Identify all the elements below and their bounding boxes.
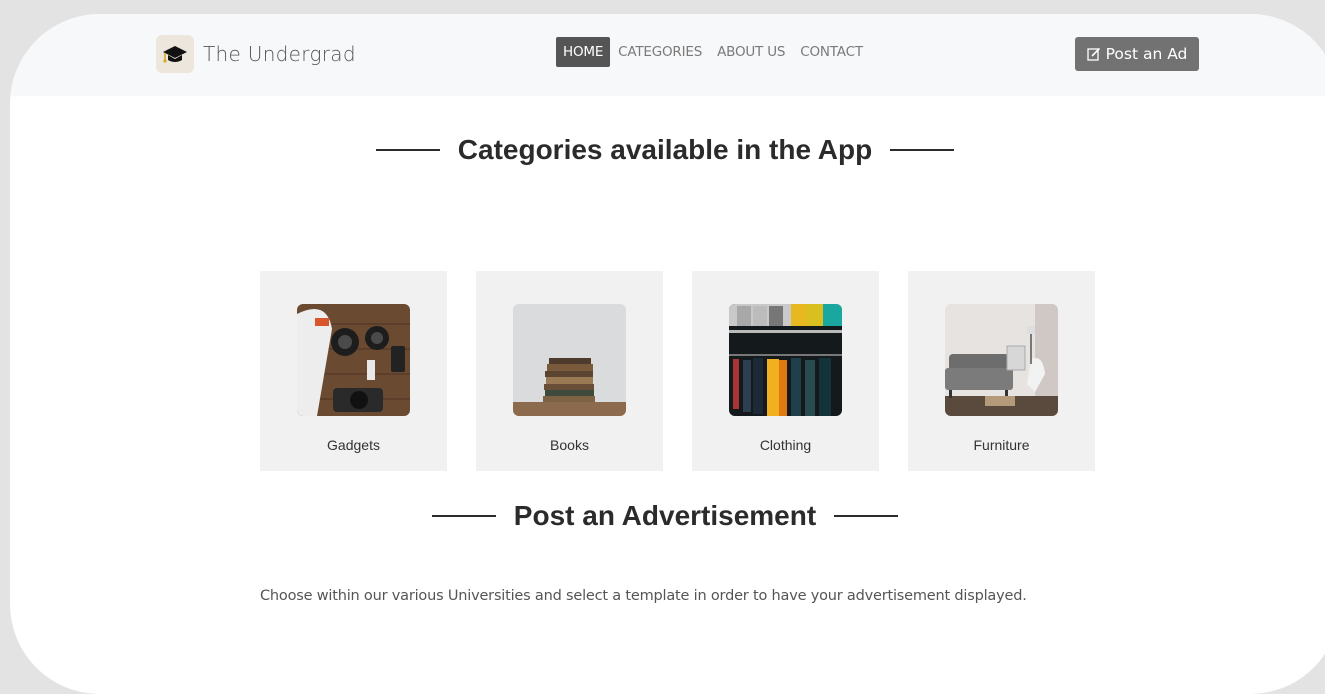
brand-name: The Undergrad [203, 42, 356, 66]
post-an-ad-button[interactable]: Post an Ad [1075, 37, 1199, 71]
category-card-clothing[interactable]: Clothing [692, 271, 879, 471]
categories-title: Categories available in the App [457, 134, 873, 165]
books-photo [513, 304, 626, 416]
edit-icon [1086, 47, 1100, 61]
heading-line-right [890, 149, 955, 151]
category-label: Gadgets [327, 437, 380, 453]
gadgets-photo [297, 304, 410, 416]
heading-line-left [431, 515, 496, 517]
nav-item-home[interactable]: HOME [556, 37, 611, 67]
post-an-ad-label: Post an Ad [1105, 45, 1188, 63]
category-label: Furniture [973, 437, 1030, 453]
category-cards: Gadgets Books Clothing Furniture [260, 271, 1124, 471]
category-card-gadgets[interactable]: Gadgets [260, 271, 447, 471]
advertisement-heading: Post an Advertisement [10, 500, 1325, 532]
nav-item-about-us[interactable]: ABOUT US [710, 37, 792, 67]
graduation-cap-icon [156, 35, 194, 73]
heading-line-left [375, 149, 440, 151]
advertisement-title: Post an Advertisement [513, 500, 817, 531]
brand[interactable]: The Undergrad [156, 35, 356, 73]
clothing-photo [729, 304, 842, 416]
category-card-furniture[interactable]: Furniture [908, 271, 1095, 471]
categories-heading: Categories available in the App [10, 134, 1325, 166]
heading-line-right [834, 515, 899, 517]
navbar: The Undergrad HOME CATEGORIES ABOUT US C… [10, 14, 1325, 96]
nav-links: HOME CATEGORIES ABOUT US CONTACT [556, 37, 871, 67]
category-card-books[interactable]: Books [476, 271, 663, 471]
nav-item-categories[interactable]: CATEGORIES [611, 37, 709, 67]
category-label: Books [550, 437, 589, 453]
page-frame: The Undergrad HOME CATEGORIES ABOUT US C… [10, 14, 1325, 694]
furniture-photo [945, 304, 1058, 416]
nav-item-contact[interactable]: CONTACT [793, 37, 870, 67]
advertisement-description: Choose within our various Universities a… [260, 588, 1027, 604]
category-label: Clothing [759, 437, 812, 453]
